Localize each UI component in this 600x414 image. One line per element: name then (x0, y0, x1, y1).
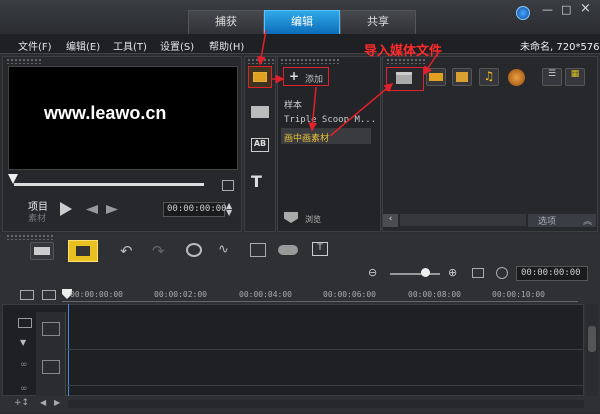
timeline-icon (76, 246, 90, 256)
dropdown-arrow-icon[interactable]: ▼ (20, 338, 26, 347)
fit-project-icon[interactable] (472, 268, 484, 278)
scrollbar-thumb[interactable] (588, 326, 596, 352)
ripple-edit-icon[interactable] (18, 318, 32, 328)
link-icon[interactable]: ∞ (20, 384, 28, 394)
video-track-icon (42, 322, 60, 336)
ruler-label: 00:00:06:00 (323, 290, 376, 299)
clock-icon (496, 267, 508, 279)
auto-music-icon[interactable] (250, 243, 266, 257)
ruler-label: 00:00:08:00 (408, 290, 461, 299)
audio-mixer-icon[interactable]: ∿ (218, 242, 229, 257)
motion-track-icon[interactable] (278, 245, 298, 255)
record-capture-icon[interactable] (186, 243, 202, 257)
chapter-icon[interactable] (42, 290, 56, 300)
zoom-slider-knob[interactable] (421, 268, 430, 277)
scroll-right-icon[interactable]: ▶ (54, 398, 60, 407)
film-strip-icon (34, 247, 50, 255)
video-track[interactable] (36, 312, 584, 350)
subtitle-editor-icon[interactable]: T (312, 242, 328, 256)
undo-icon[interactable]: ↶ (120, 242, 133, 260)
scroll-left-icon[interactable]: ◀ (40, 398, 46, 407)
timeline-h-scrollbar[interactable] (68, 400, 584, 408)
ruler-label: 00:00:10:00 (492, 290, 545, 299)
overlay-track-icon (42, 360, 60, 374)
timeline-timecode[interactable]: 00:00:00:00 (516, 266, 588, 281)
zoom-in-icon[interactable]: ⊕ (448, 266, 457, 279)
panel-grip (6, 234, 54, 240)
overlay-track[interactable] (36, 350, 584, 386)
zoom-mode-icon[interactable]: +↕ (14, 398, 29, 408)
ruler-label: 00:00:04:00 (239, 290, 292, 299)
redo-icon[interactable]: ↷ (152, 242, 165, 260)
ruler-label: 00:00:02:00 (154, 290, 207, 299)
track-manager-icon[interactable] (20, 290, 34, 300)
ruler-label: 00:00:00:00 (70, 290, 123, 299)
link-icon[interactable]: ∞ (20, 360, 28, 370)
zoom-out-icon[interactable]: ⊖ (368, 266, 377, 279)
zoom-slider[interactable] (390, 273, 440, 275)
